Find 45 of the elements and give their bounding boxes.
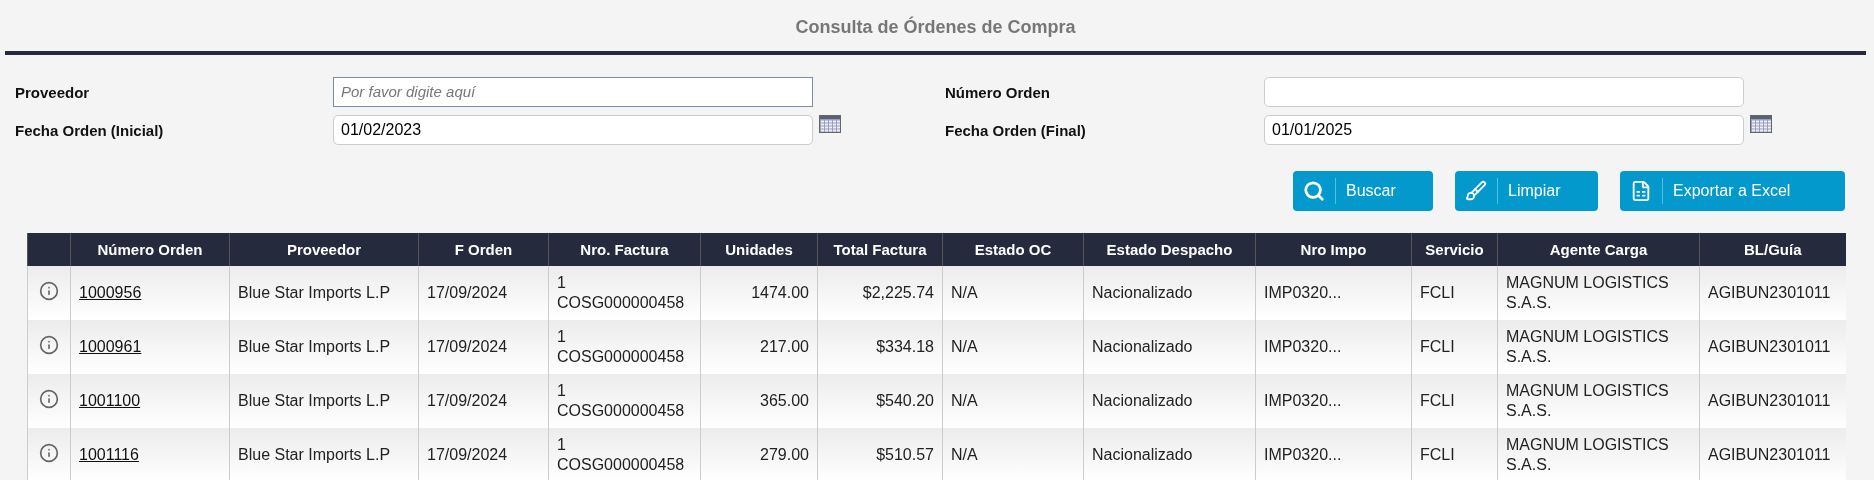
column-header: Servicio <box>1411 233 1498 266</box>
field-label: Proveedor <box>15 83 91 101</box>
calendar-icon[interactable] <box>819 115 841 133</box>
calendar-icon[interactable] <box>1750 115 1772 133</box>
column-header: Unidades <box>700 233 818 266</box>
column-header: Número Orden <box>70 233 230 266</box>
field-label: Número Orden <box>945 83 1051 101</box>
order-link[interactable]: 1001100 <box>79 392 141 409</box>
date-field[interactable]: 01/01/2025 <box>1264 115 1744 145</box>
table-cell: AGIBUN2301011 <box>1699 428 1846 480</box>
info-icon[interactable] <box>39 388 59 409</box>
column-header: Nro Impo <box>1255 233 1412 266</box>
table-cell: 279.00 <box>700 428 818 480</box>
table-cell: IMP0320... <box>1255 428 1412 480</box>
order-link[interactable]: 1000961 <box>79 338 142 355</box>
field-label: Fecha Orden (Inicial) <box>15 121 165 139</box>
table-cell: 1 COSG000000458 <box>548 428 701 480</box>
table-cell: N/A <box>942 428 1084 480</box>
table-cell: FCLI <box>1411 428 1498 480</box>
order-link[interactable]: 1000956 <box>79 284 142 301</box>
table-cell: MAGNUM LOGISTICS S.A.S. <box>1497 428 1700 480</box>
input-field[interactable]: Por favor digite aquí <box>333 77 813 107</box>
search-icon <box>1303 180 1325 202</box>
info-icon[interactable] <box>39 334 59 355</box>
column-header: Estado Despacho <box>1083 233 1256 266</box>
column-header: Total Factura <box>817 233 943 266</box>
date-field[interactable]: 01/02/2023 <box>333 115 813 145</box>
info-icon[interactable] <box>39 442 59 463</box>
info-icon[interactable] <box>39 280 59 301</box>
input-field[interactable] <box>1264 77 1744 107</box>
field-label: Fecha Orden (Final) <box>945 121 1087 139</box>
table-cell: 17/09/2024 <box>418 428 549 480</box>
column-header: Estado OC <box>942 233 1084 266</box>
table-cell: Blue Star Imports L.P <box>229 428 419 480</box>
column-header: BL/Guía <box>1699 233 1846 266</box>
spreadsheet-icon <box>1630 180 1652 202</box>
column-header: Agente Carga <box>1497 233 1700 266</box>
column-header: Proveedor <box>229 233 419 266</box>
header-cell <box>27 233 71 266</box>
table-cell: Nacionalizado <box>1083 428 1256 480</box>
column-header: F Orden <box>418 233 549 266</box>
page-title: Consulta de Órdenes de Compra <box>794 15 1077 39</box>
column-header: Nro. Factura <box>548 233 701 266</box>
table-cell: $510.57 <box>817 428 943 480</box>
order-link[interactable]: 1001116 <box>79 446 139 463</box>
